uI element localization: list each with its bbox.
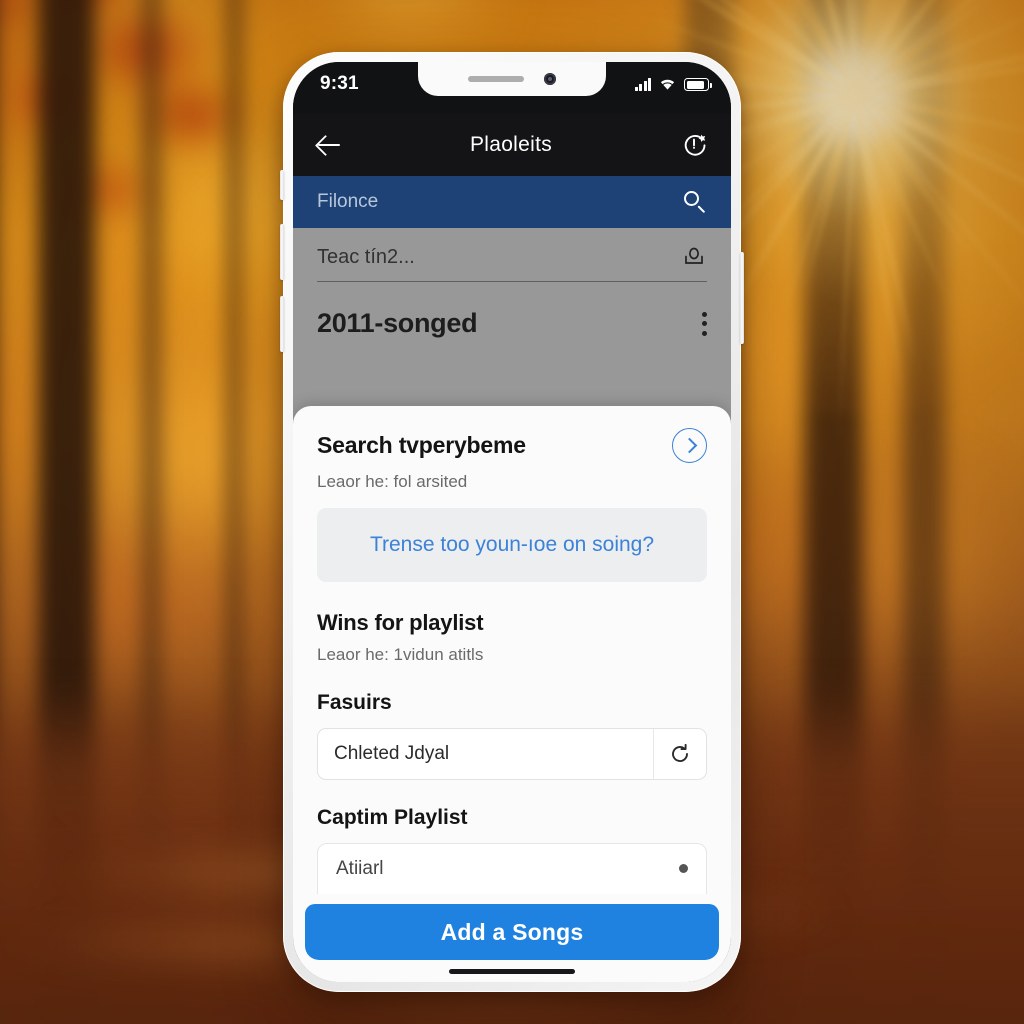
caption-select-value: Atiiarl [336,858,384,879]
favourites-label: Fasuirs [317,691,392,714]
search-section-subtitle: Leaor he: fol arsited [317,472,468,491]
search-section-title: Search tvperybeme [317,432,526,458]
prompt-callout[interactable]: Trense too youn-ıoe on soing? [317,508,707,582]
add-songs-button[interactable]: Add a Songs [305,904,719,960]
prompt-callout-text: Trense too youn-ıoe on soing? [369,533,655,556]
wifi-icon [660,79,675,90]
notch [418,62,606,96]
wins-section-title: Wins for playlist [317,610,484,635]
caption-label: Captim Playlist [317,806,468,829]
power-button[interactable] [740,252,744,344]
wins-section-subtitle: Leaor he: 1vidun atitls [317,645,484,664]
history-clock-icon[interactable] [679,130,709,160]
favourites-input-row[interactable]: Chleted Jdyal [317,728,707,780]
chevron-right-circle-icon[interactable] [672,428,707,463]
caption-select[interactable]: Atiiarl Option Saver snow [317,843,707,894]
search-section-header[interactable]: Search tvperybeme [317,428,707,463]
refresh-icon [668,742,692,766]
phone-screen: 9:31 Plaoleits Filonce Teac tín2... 2011… [293,62,731,982]
signal-icon [634,78,651,91]
bottom-sheet: Search tvperybeme Leaor he: fol arsited … [293,406,731,982]
status-bar-clock: 9:31 [320,73,359,94]
favourites-refresh-button[interactable] [653,729,706,779]
phone-device-frame: 9:31 Plaoleits Filonce Teac tín2... 2011… [280,52,744,992]
home-indicator[interactable] [293,960,731,982]
earpiece-speaker-icon [468,76,524,82]
app-bar: Plaoleits [293,114,731,176]
battery-icon [684,78,712,91]
caption-select-value-row[interactable]: Atiiarl [318,844,706,894]
page-title: Plaoleits [469,133,553,156]
volume-down-button[interactable] [280,296,284,352]
front-camera-icon [544,73,556,85]
mute-switch-button[interactable] [280,170,284,200]
favourites-input[interactable]: Chleted Jdyal [318,729,653,779]
volume-up-button[interactable] [280,224,284,280]
bottom-sheet-body: Search tvperybeme Leaor he: fol arsited … [293,406,731,894]
search-icon[interactable] [683,190,707,214]
search-input[interactable]: Filonce [317,191,683,213]
dot-indicator-icon [679,864,688,873]
search-strip[interactable]: Filonce [293,176,731,228]
status-bar-icons [634,77,712,91]
back-arrow-icon[interactable] [315,131,343,159]
